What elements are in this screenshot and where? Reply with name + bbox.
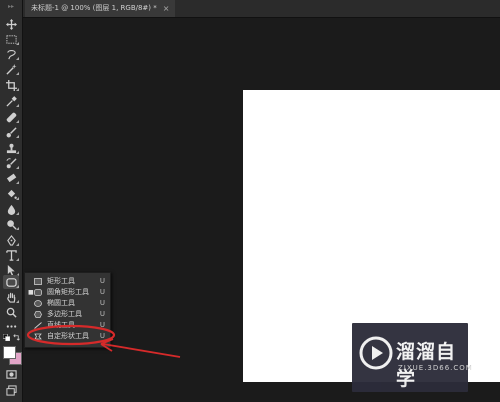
eyedropper-tool-button[interactable]	[3, 94, 19, 108]
zoom-icon	[6, 307, 17, 318]
shortcut-label: U	[99, 277, 105, 285]
crop-icon	[5, 79, 17, 91]
shape-tools-flyout: 矩形工具 U ■ 圆角矩形工具 U 椭圆工具 U 多边形工具 U 直线工具 U …	[24, 272, 111, 348]
ellipsis-icon	[6, 324, 16, 328]
menu-item-label: 矩形工具	[47, 277, 75, 285]
pen-tool-button[interactable]	[3, 233, 19, 247]
watermark-logo-icon	[359, 336, 393, 370]
marquee-tool-button[interactable]	[3, 32, 19, 46]
paint-bucket-tool-button[interactable]	[3, 187, 19, 201]
path-selection-icon	[7, 264, 15, 276]
magic-wand-icon	[5, 63, 17, 75]
custom-shape-icon	[34, 333, 42, 340]
dodge-icon	[6, 219, 17, 230]
lasso-icon	[6, 49, 16, 59]
shortcut-label: U	[99, 332, 105, 340]
hand-tool-button[interactable]	[3, 290, 19, 304]
watermark: 溜溜自学 ZIXUE.3D66.COM	[352, 323, 472, 392]
crop-tool-button[interactable]	[3, 78, 19, 92]
foreground-color-swatch[interactable]	[3, 346, 16, 359]
screen-mode-icon	[5, 384, 17, 396]
tools-panel: ▸▸	[0, 0, 23, 402]
pen-icon	[6, 234, 16, 246]
dodge-tool-button[interactable]	[3, 217, 19, 231]
type-tool-button[interactable]	[3, 248, 19, 262]
menu-item-line-tool[interactable]: 直线工具 U	[25, 320, 110, 331]
menu-item-rounded-rectangle-tool[interactable]: ■ 圆角矩形工具 U	[25, 287, 110, 298]
hand-icon	[6, 292, 15, 303]
ellipse-icon	[34, 300, 42, 307]
eraser-tool-button[interactable]	[3, 171, 19, 185]
zoom-tool-button[interactable]	[3, 305, 19, 319]
menu-item-rectangle-tool[interactable]: 矩形工具 U	[25, 276, 110, 287]
bandage-icon	[6, 112, 16, 122]
swap-colors-icon[interactable]	[13, 334, 20, 341]
clone-stamp-tool-button[interactable]	[3, 141, 19, 155]
menu-item-custom-shape-tool[interactable]: 自定形状工具 U	[25, 331, 110, 342]
quick-mask-icon	[5, 369, 17, 379]
rectangle-icon	[34, 278, 42, 285]
brush-icon	[6, 126, 17, 137]
document-tab-title: 未标题-1 @ 100% (图层 1, RGB/8#) *	[31, 4, 157, 12]
quick-mask-button[interactable]	[3, 367, 19, 381]
eraser-icon	[6, 173, 16, 182]
move-tool-button[interactable]	[3, 17, 19, 31]
shortcut-label: U	[99, 288, 105, 296]
menu-item-label: 多边形工具	[47, 310, 82, 318]
default-colors-icon[interactable]	[3, 334, 10, 341]
annotation-arrow	[102, 343, 181, 358]
rounded-rectangle-icon	[34, 289, 42, 296]
menu-item-label: 自定形状工具	[47, 332, 89, 340]
eyedropper-icon	[5, 95, 17, 107]
brush-tool-button[interactable]	[3, 125, 19, 139]
menu-item-label: 椭圆工具	[47, 299, 75, 307]
lasso-tool-button[interactable]	[3, 47, 19, 61]
blur-drop-icon	[7, 204, 15, 215]
menu-item-polygon-tool[interactable]: 多边形工具 U	[25, 309, 110, 320]
menu-item-label: 圆角矩形工具	[47, 288, 89, 296]
shortcut-label: U	[99, 321, 105, 329]
polygon-icon	[34, 311, 42, 318]
quick-select-tool-button[interactable]	[3, 62, 19, 76]
document-tab[interactable]: 未标题-1 @ 100% (图层 1, RGB/8#) * ×	[25, 0, 176, 17]
menu-item-ellipse-tool[interactable]: 椭圆工具 U	[25, 298, 110, 309]
healing-brush-tool-button[interactable]	[3, 110, 19, 124]
shortcut-label: U	[99, 310, 105, 318]
watermark-url: ZIXUE.3D66.COM	[398, 364, 473, 372]
screen-mode-button[interactable]	[3, 383, 19, 397]
blur-tool-button[interactable]	[3, 202, 19, 216]
marquee-icon	[5, 34, 17, 44]
menu-item-label: 直线工具	[47, 321, 75, 329]
history-brush-tool-button[interactable]	[3, 156, 19, 170]
shortcut-label: U	[99, 299, 105, 307]
selected-marker: ■	[28, 289, 34, 296]
stamp-icon	[6, 143, 16, 153]
more-tools-button[interactable]	[3, 319, 19, 333]
move-icon	[5, 18, 17, 30]
history-brush-icon	[5, 157, 17, 168]
close-icon[interactable]: ×	[163, 0, 170, 17]
paint-bucket-icon	[7, 189, 17, 199]
color-swatches	[3, 334, 22, 366]
line-icon	[34, 322, 42, 329]
document-tab-bar: 未标题-1 @ 100% (图层 1, RGB/8#) * ×	[23, 0, 500, 18]
shape-tool-button[interactable]	[3, 275, 19, 289]
panel-grip-icon[interactable]: ▸▸	[2, 4, 20, 10]
type-icon	[5, 249, 17, 261]
rounded-rectangle-icon	[5, 277, 17, 287]
